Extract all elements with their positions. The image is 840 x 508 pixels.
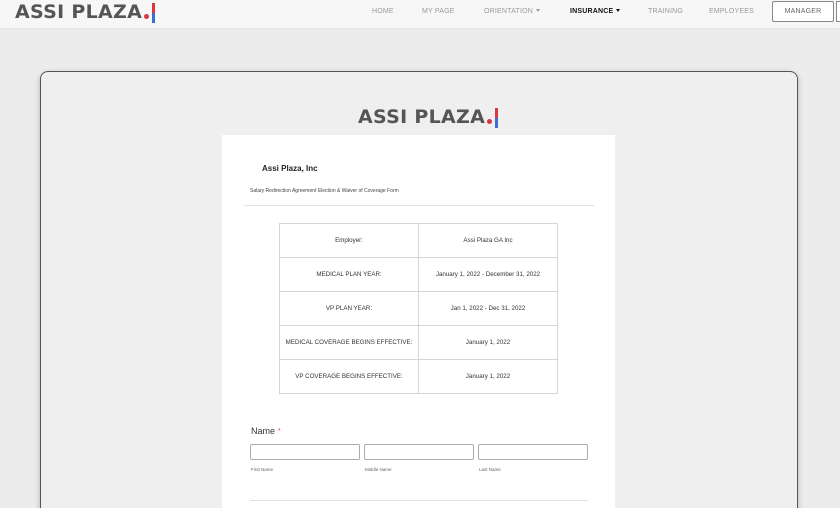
form-subtitle: Salary Redirection Agreement Election & … — [250, 188, 399, 194]
table-cell-label: VP PLAN YEAR: — [279, 291, 419, 326]
nav-orientation-label: ORIENTATION — [484, 8, 533, 15]
chevron-down-icon — [616, 9, 621, 12]
section-divider — [250, 500, 588, 501]
table-row: MEDICAL COVERAGE BEGINS EFFECTIVE: Janua… — [279, 325, 558, 360]
table-row: VP COVERAGE BEGINS EFFECTIVE: January 1,… — [279, 359, 558, 394]
logo-bar-icon — [152, 3, 156, 23]
table-row: MEDICAL PLAN YEAR: January 1, 2022 - Dec… — [279, 257, 558, 292]
first-name-sublabel: First Name — [251, 467, 274, 472]
nav-orientation[interactable]: ORIENTATION — [484, 8, 540, 15]
nav-my-page[interactable]: MY PAGE — [422, 8, 455, 15]
manager-button[interactable]: MANAGER — [772, 1, 834, 22]
nav-training[interactable]: TRAINING — [648, 8, 683, 15]
header-divider — [244, 205, 594, 206]
table-cell-label: MEDICAL PLAN YEAR: — [279, 257, 419, 292]
table-cell-value: Assi Plaza GA Inc — [418, 223, 558, 258]
table-cell-label: VP COVERAGE BEGINS EFFECTIVE: — [279, 359, 419, 394]
table-cell-label: MEDICAL COVERAGE BEGINS EFFECTIVE: — [279, 325, 419, 360]
nav-insurance[interactable]: INSURANCE — [570, 8, 621, 15]
form-logo-text: ASSI PLAZA — [358, 106, 486, 128]
logo-bar-icon — [495, 108, 499, 128]
name-field-label: Name * — [251, 426, 281, 436]
table-row: Employer: Assi Plaza GA Inc — [279, 223, 558, 258]
last-name-sublabel: Last Name — [479, 467, 501, 472]
plan-info-table: Employer: Assi Plaza GA Inc MEDICAL PLAN… — [279, 223, 558, 394]
table-cell-value: Jan 1, 2022 - Dec 31, 2022 — [418, 291, 558, 326]
first-name-input[interactable] — [250, 444, 360, 460]
table-cell-value: January 1, 2022 — [418, 359, 558, 394]
required-marker: * — [278, 428, 281, 435]
name-label-text: Name — [251, 426, 276, 436]
table-cell-value: January 1, 2022 - December 31, 2022 — [418, 257, 558, 292]
brand-logo[interactable]: ASSI PLAZA — [15, 1, 156, 23]
last-name-input[interactable] — [478, 444, 588, 460]
middle-name-sublabel: Middle Name — [365, 467, 392, 472]
logo-dot-icon — [487, 119, 493, 124]
table-cell-label: Employer: — [279, 223, 419, 258]
logo-dot-icon — [144, 14, 150, 19]
company-name: Assi Plaza, Inc — [262, 164, 318, 173]
chevron-down-icon — [536, 9, 540, 12]
form-logo: ASSI PLAZA — [358, 106, 499, 128]
middle-name-input[interactable] — [364, 444, 474, 460]
nav-insurance-label: INSURANCE — [570, 8, 614, 15]
brand-logo-text: ASSI PLAZA — [15, 1, 143, 23]
top-navbar: ASSI PLAZA HOME MY PAGE ORIENTATION INSU… — [0, 0, 840, 29]
nav-home[interactable]: HOME — [372, 8, 394, 15]
table-row: VP PLAN YEAR: Jan 1, 2022 - Dec 31, 2022 — [279, 291, 558, 326]
nav-employees[interactable]: EMPLOYEES — [709, 8, 754, 15]
table-cell-value: January 1, 2022 — [418, 325, 558, 360]
overflow-button[interactable] — [836, 1, 840, 22]
